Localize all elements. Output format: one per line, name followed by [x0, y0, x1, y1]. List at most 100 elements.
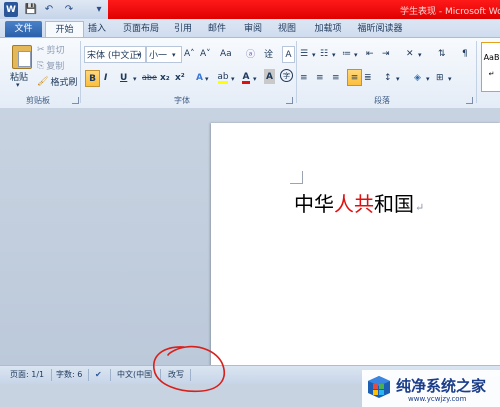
multilevel-list-icon[interactable]: ≔ — [342, 46, 351, 61]
highlight-button[interactable]: ab — [216, 68, 230, 85]
tab-foxit-reader[interactable]: 福昕阅读器 — [355, 21, 405, 38]
status-separator — [51, 369, 52, 381]
show-marks-icon[interactable]: ¶ — [462, 46, 468, 61]
cut-label: 剪切 — [46, 46, 65, 56]
window-title: 学生表现 - Microsoft Wo — [400, 7, 500, 17]
page-count-status[interactable]: 页面: 1/1 — [10, 366, 44, 384]
chevron-down-icon[interactable]: ▾ — [418, 47, 422, 62]
style-preview-normal[interactable]: AaB ↵ — [481, 42, 500, 92]
copy-button[interactable]: ⎘ 复制 — [37, 58, 64, 73]
chevron-down-icon[interactable]: ▾ — [205, 71, 209, 86]
text-effect-button[interactable]: A — [196, 70, 203, 85]
word-count-status[interactable]: 字数: 6 — [56, 366, 82, 384]
undo-icon[interactable]: ↶ — [42, 2, 56, 17]
brush-icon: 🖌 — [37, 76, 49, 87]
chevron-down-icon[interactable]: ▾ — [448, 71, 452, 86]
char-shading-button[interactable]: A — [264, 69, 275, 84]
bold-button[interactable]: B — [85, 70, 100, 87]
format-painter-label: 格式刷 — [50, 78, 78, 88]
chevron-down-icon[interactable]: ▾ — [133, 71, 137, 86]
clipboard-launcher-icon[interactable] — [72, 97, 79, 104]
chevron-down-icon[interactable]: ▾ — [332, 47, 336, 62]
clipboard-group-label: 剪贴板 — [26, 96, 50, 105]
proofing-check-icon[interactable]: ✔ — [95, 366, 102, 384]
phonetic-guide-button[interactable]: 诠 — [264, 46, 273, 61]
customize-qat-icon[interactable]: ▾ — [92, 2, 106, 17]
tab-view[interactable]: 视图 — [274, 21, 300, 38]
shrink-font-button[interactable]: A˅ — [200, 46, 211, 61]
status-separator — [190, 369, 191, 381]
chinese-layout-icon[interactable]: ✕ — [406, 46, 414, 61]
font-name-value: 宋体 (中文正) — [87, 51, 142, 61]
chevron-down-icon[interactable]: ▾ — [396, 71, 400, 86]
chevron-down-icon[interactable]: ▾ — [426, 71, 430, 86]
change-case-button[interactable]: Aa — [220, 46, 232, 61]
scissors-icon: ✂ — [37, 44, 45, 55]
status-separator — [160, 369, 161, 381]
paste-button[interactable]: 粘贴 ▾ — [4, 40, 34, 90]
align-center-icon[interactable]: ≡ — [316, 70, 324, 85]
decrease-indent-icon[interactable]: ⇤ — [366, 46, 374, 61]
font-launcher-icon[interactable] — [286, 97, 293, 104]
status-separator — [88, 369, 89, 381]
underline-button[interactable]: U — [120, 70, 127, 85]
ribbon: 粘贴 ▾ ✂ 剪切 ⎘ 复制 🖌 格式刷 剪贴板 宋体 (中文正) ▾ 小一 ▾… — [0, 37, 500, 109]
redo-icon[interactable]: ↷ — [62, 2, 76, 17]
chevron-down-icon[interactable]: ▾ — [312, 47, 316, 62]
chevron-down-icon[interactable]: ▾ — [137, 47, 141, 62]
strikethrough-button[interactable]: abe — [142, 70, 157, 85]
char-border-button[interactable]: A — [282, 46, 295, 63]
chevron-down-icon[interactable]: ▾ — [172, 47, 176, 62]
align-right-icon[interactable]: ≡ — [332, 70, 340, 85]
tab-home[interactable]: 开始 — [45, 21, 84, 38]
justify-icon[interactable]: ≡ — [347, 69, 362, 86]
word-app-icon[interactable]: W — [4, 2, 18, 17]
line-spacing-icon[interactable]: ↕ — [384, 70, 392, 85]
align-left-icon[interactable]: ≡ — [300, 70, 308, 85]
chevron-down-icon[interactable]: ▾ — [354, 47, 358, 62]
grow-font-button[interactable]: A˄ — [184, 46, 195, 61]
tab-insert[interactable]: 插入 — [84, 21, 110, 38]
group-separator — [476, 41, 477, 103]
tab-addins[interactable]: 加载项 — [310, 21, 346, 38]
chevron-down-icon[interactable]: ▾ — [231, 71, 235, 86]
increase-indent-icon[interactable]: ⇥ — [382, 46, 390, 61]
tab-file[interactable]: 文件 — [5, 21, 42, 38]
paragraph-group-label: 段落 — [374, 96, 390, 105]
overtype-mode-status[interactable]: 改写 — [168, 366, 184, 384]
font-color-button[interactable]: A — [240, 68, 252, 85]
format-painter-button[interactable]: 🖌 格式刷 — [37, 74, 77, 89]
text-normal-1: 中华 — [294, 192, 334, 216]
clear-format-button[interactable]: ⓐ — [246, 46, 255, 61]
font-color-label: A — [242, 71, 250, 82]
document-text[interactable]: 中华人共和国↵ — [294, 188, 424, 217]
tab-review[interactable]: 审阅 — [240, 21, 266, 38]
bullets-icon[interactable]: ☰ — [300, 46, 308, 61]
numbering-icon[interactable]: ☷ — [320, 46, 328, 61]
shading-icon[interactable]: ◈ — [414, 70, 421, 85]
paragraph-mark-icon: ↵ — [415, 201, 425, 214]
group-separator — [296, 41, 297, 103]
language-status[interactable]: 中文(中国 — [117, 366, 152, 384]
subscript-button[interactable]: x₂ — [160, 70, 170, 85]
tab-mailings[interactable]: 邮件 — [204, 21, 230, 38]
font-size-select[interactable]: 小一 — [146, 46, 182, 63]
paragraph-launcher-icon[interactable] — [466, 97, 473, 104]
font-group-label: 字体 — [174, 96, 190, 105]
watermark-logo-icon — [368, 376, 390, 398]
chevron-down-icon[interactable]: ▾ — [253, 71, 257, 86]
enclose-char-button[interactable]: 字 — [280, 69, 293, 82]
copy-icon: ⎘ — [37, 60, 45, 71]
distributed-icon[interactable]: ≣ — [364, 70, 372, 85]
paste-icon — [12, 45, 32, 69]
italic-button[interactable]: I — [104, 70, 107, 85]
document-page[interactable]: 中华人共和国↵ — [211, 123, 500, 370]
save-icon[interactable]: 💾 — [24, 2, 38, 17]
superscript-button[interactable]: x² — [175, 70, 185, 85]
tab-page-layout[interactable]: 页面布局 — [118, 21, 164, 38]
tab-references[interactable]: 引用 — [170, 21, 196, 38]
text-red: 人共 — [334, 192, 374, 216]
borders-icon[interactable]: ⊞ — [436, 70, 444, 85]
sort-icon[interactable]: ⇅ — [438, 46, 446, 61]
cut-button[interactable]: ✂ 剪切 — [37, 42, 65, 57]
